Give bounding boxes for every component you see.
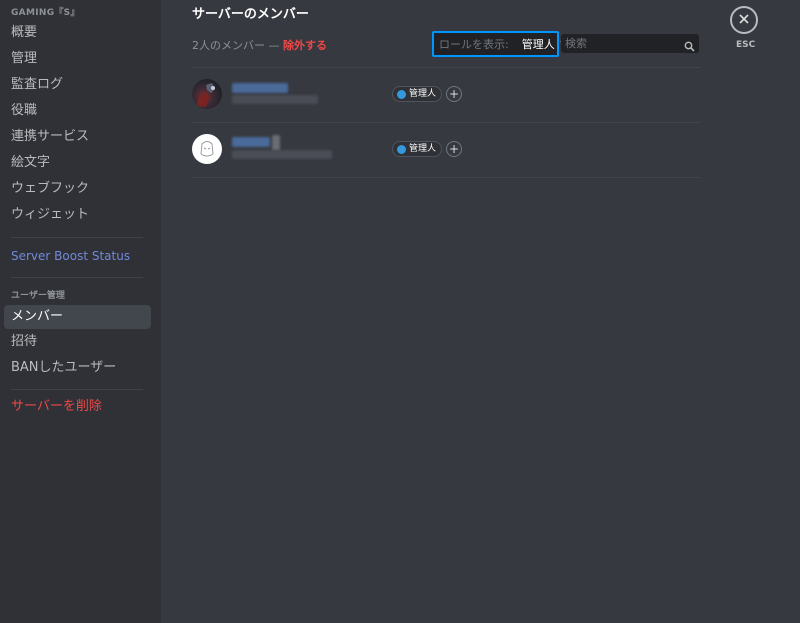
search-icon <box>684 37 695 56</box>
sidebar-item-emoji[interactable]: 絵文字 <box>4 151 151 175</box>
sidebar-item-moderation[interactable]: 管理 <box>4 47 151 71</box>
avatar[interactable] <box>192 134 222 164</box>
search-input[interactable] <box>561 34 685 53</box>
member-list-divider <box>192 67 700 68</box>
plus-icon: + <box>448 87 460 101</box>
sidebar-item-members[interactable]: メンバー <box>4 305 151 329</box>
member-count-text: 2人のメンバー — <box>192 39 283 52</box>
role-color-dot <box>397 144 406 154</box>
sidebar-item-delete-server[interactable]: サーバーを削除 <box>4 395 151 419</box>
plus-icon: + <box>448 142 460 156</box>
sidebar-divider <box>11 237 143 238</box>
role-filter-value: 管理人 <box>521 38 555 51</box>
sidebar-divider <box>11 389 143 390</box>
member-search <box>561 34 699 53</box>
sidebar-item-widget[interactable]: ウィジェット <box>4 203 151 227</box>
add-role-button[interactable]: + <box>446 141 462 157</box>
close-icon <box>739 12 749 28</box>
blurred-username <box>232 137 270 147</box>
add-role-button[interactable]: + <box>446 86 462 102</box>
blurred-tag <box>232 150 332 159</box>
sidebar-item-roles[interactable]: 役職 <box>4 99 151 123</box>
sidebar-item-audit-log[interactable]: 監査ログ <box>4 73 151 97</box>
sidebar-item-server-boost-status[interactable]: Server Boost Status <box>4 244 151 268</box>
settings-sidebar: GAMING『S』 概要 管理 監査ログ 役職 連携サービス 絵文字 ウェブフッ… <box>0 0 161 623</box>
blurred-tag <box>232 95 318 104</box>
role-filter-dropdown[interactable]: ロールを表示: 管理人 <box>432 31 569 57</box>
sidebar-divider <box>11 277 143 278</box>
blurred-username <box>232 83 288 93</box>
sidebar-item-invites[interactable]: 招待 <box>4 330 151 354</box>
avatar[interactable] <box>192 79 222 109</box>
server-name: GAMING『S』 <box>11 8 80 18</box>
role-name: 管理人 <box>409 144 437 154</box>
role-name: 管理人 <box>409 89 437 99</box>
sidebar-item-integrations[interactable]: 連携サービス <box>4 125 151 149</box>
blurred-username <box>272 135 280 151</box>
role-pill[interactable]: 管理人 <box>392 141 443 157</box>
page-title: サーバーのメンバー <box>192 7 309 22</box>
role-color-dot <box>397 89 406 99</box>
member-row-divider <box>192 177 700 178</box>
prune-button[interactable]: 除外する <box>283 39 327 52</box>
sidebar-section-user-management: ユーザー管理 <box>11 291 65 301</box>
sidebar-item-webhooks[interactable]: ウェブフック <box>4 177 151 201</box>
member-row-divider <box>192 122 700 123</box>
close-button[interactable] <box>730 6 758 34</box>
sidebar-item-overview[interactable]: 概要 <box>4 21 151 45</box>
member-count: 2人のメンバー — 除外する <box>192 37 327 53</box>
role-filter-label: ロールを表示: <box>439 38 509 51</box>
esc-label: ESC <box>736 40 756 50</box>
sidebar-item-bans[interactable]: BANしたユーザー <box>4 356 151 380</box>
role-pill[interactable]: 管理人 <box>392 86 443 102</box>
